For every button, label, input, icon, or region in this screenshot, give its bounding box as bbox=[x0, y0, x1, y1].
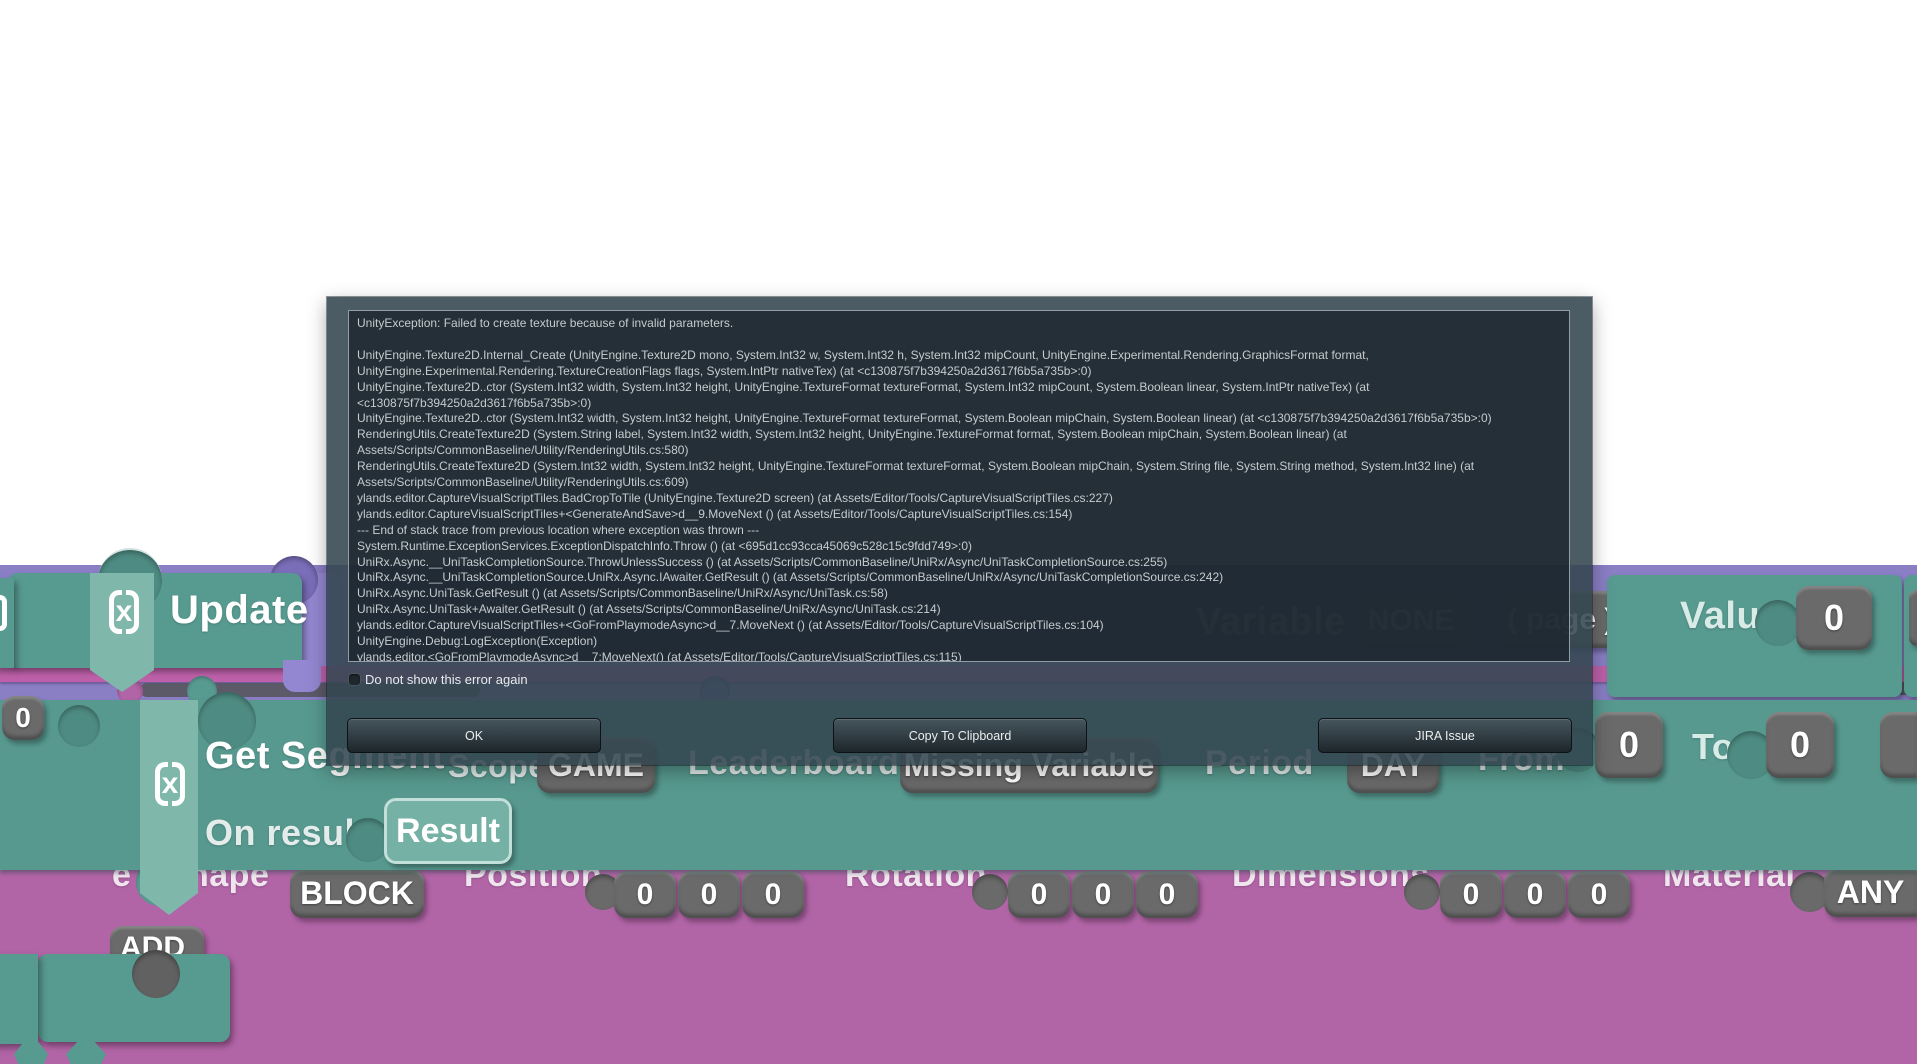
shape-type-slot[interactable]: BLOCK bbox=[290, 869, 424, 918]
rotation-x-slot[interactable]: 0 bbox=[1008, 871, 1070, 918]
update-block-title: Update bbox=[170, 588, 309, 632]
position-z-slot[interactable]: 0 bbox=[742, 871, 804, 918]
stack-trace-line: UniRx.Async.__UniTaskCompletionSource.Th… bbox=[357, 554, 1168, 569]
stack-trace-line: UnityEngine.Debug:LogException(Exception… bbox=[357, 634, 598, 649]
connector-socket bbox=[1404, 874, 1440, 910]
stack-trace-line: UniRx.Async.UniTask.GetResult () (at Ass… bbox=[357, 586, 888, 601]
clipped-slot-fragment bbox=[1880, 712, 1917, 778]
stack-trace-line: UniRx.Async.UniTask+Awaiter.GetResult ()… bbox=[357, 602, 941, 617]
code-block-icon-char: x bbox=[161, 767, 179, 800]
to-value-slot[interactable]: 0 bbox=[1766, 712, 1834, 778]
stack-trace-line: ylands.editor.CaptureVisualScriptTiles.B… bbox=[357, 490, 1113, 505]
material-value-slot[interactable]: ANY bbox=[1824, 868, 1917, 917]
stack-trace-textarea[interactable]: UnityException: Failed to create texture… bbox=[348, 310, 1570, 662]
on-result-label: On result bbox=[205, 812, 368, 853]
code-block-icon-char: x bbox=[115, 595, 133, 628]
stack-trace-line: RenderingUtils.CreateTexture2D (System.S… bbox=[357, 427, 1347, 458]
stack-trace-line bbox=[357, 332, 1561, 348]
code-block-icon: x bbox=[100, 590, 148, 634]
rotation-z-slot[interactable]: 0 bbox=[1136, 871, 1198, 918]
do-not-show-row: Do not show this error again bbox=[348, 672, 528, 687]
puzzle-tab bbox=[283, 660, 321, 692]
from-value-slot[interactable]: 0 bbox=[1595, 712, 1663, 778]
do-not-show-label: Do not show this error again bbox=[365, 672, 528, 687]
dimensions-y-slot[interactable]: 0 bbox=[1504, 871, 1566, 918]
stack-trace-line: --- End of stack trace from previous loc… bbox=[357, 522, 760, 537]
corner-value-slot[interactable]: 0 bbox=[2, 696, 44, 740]
position-x-slot[interactable]: 0 bbox=[614, 871, 676, 918]
position-y-slot[interactable]: 0 bbox=[678, 871, 740, 918]
do-not-show-checkbox[interactable] bbox=[348, 673, 361, 686]
stack-trace-line: ylands.editor.<GoFromPlaymodeAsync>d__7:… bbox=[357, 650, 962, 662]
rotation-y-slot[interactable]: 0 bbox=[1072, 871, 1134, 918]
dimensions-x-slot[interactable]: 0 bbox=[1440, 871, 1502, 918]
connector-socket bbox=[1755, 600, 1801, 646]
stack-trace-line: UnityEngine.Texture2D..ctor (System.Int3… bbox=[357, 411, 1492, 426]
connector-socket bbox=[972, 874, 1008, 910]
value-slot[interactable]: 0 bbox=[1796, 586, 1872, 650]
stack-trace-line: System.Runtime.ExceptionServices.Excepti… bbox=[357, 538, 973, 553]
ylands-editor-screen: x Update Variable NONE ( page ) Value 0 … bbox=[0, 0, 1917, 1064]
jira-issue-button[interactable]: JIRA Issue bbox=[1318, 718, 1572, 753]
stack-trace-line: RenderingUtils.CreateTexture2D (System.I… bbox=[357, 459, 1475, 490]
result-output-block[interactable]: Result bbox=[384, 798, 512, 864]
stack-trace-line: ylands.editor.CaptureVisualScriptTiles+<… bbox=[357, 506, 1073, 521]
notch-hole bbox=[132, 950, 180, 998]
clipped-slot-fragment bbox=[1909, 590, 1917, 646]
stack-trace-line: UnityEngine.Texture2D.Internal_Create (U… bbox=[357, 347, 1369, 378]
code-block-icon: x bbox=[146, 762, 194, 806]
notch-hole bbox=[58, 705, 100, 747]
get-segment-ribbon bbox=[140, 700, 198, 915]
dimensions-z-slot[interactable]: 0 bbox=[1568, 871, 1630, 918]
stack-trace-line: UnityException: Failed to create texture… bbox=[357, 316, 734, 330]
ok-button[interactable]: OK bbox=[347, 718, 601, 753]
unity-exception-dialog: UnityException: Failed to create texture… bbox=[327, 297, 1592, 765]
code-block-icon-fragment bbox=[0, 595, 7, 631]
clipped-block-fragment[interactable] bbox=[0, 954, 38, 1044]
stack-trace-line: UnityEngine.Texture2D..ctor (System.Int3… bbox=[357, 379, 1370, 410]
stack-trace-line: UniRx.Async.__UniTaskCompletionSource.Un… bbox=[357, 570, 1224, 585]
copy-to-clipboard-button[interactable]: Copy To Clipboard bbox=[833, 718, 1087, 753]
stack-trace-line: ylands.editor.CaptureVisualScriptTiles+<… bbox=[357, 618, 1104, 633]
